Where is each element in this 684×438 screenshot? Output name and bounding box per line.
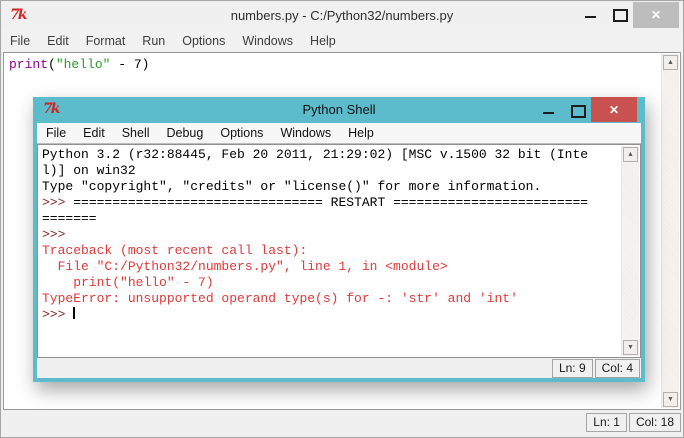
- scroll-down-button[interactable]: ▼: [663, 392, 678, 407]
- tk-app-icon: 7k: [10, 7, 28, 23]
- shell-column-indicator: Col: 4: [594, 358, 640, 378]
- shell-console-output: Python 3.2 (r32:88445, Feb 20 2011, 21:2…: [38, 145, 640, 325]
- up-arrow-icon: ▲: [627, 151, 634, 158]
- shell-menu-edit[interactable]: Edit: [83, 126, 105, 140]
- shell-menu-debug[interactable]: Debug: [167, 126, 204, 140]
- editor-window: 7k numbers.py - C:/Python32/numbers.py ✕…: [0, 0, 684, 438]
- console-line: >>>: [42, 307, 76, 322]
- editor-line-indicator: Ln: 1: [586, 412, 627, 432]
- shell-line-indicator: Ln: 9: [551, 358, 593, 378]
- shell-menu-windows[interactable]: Windows: [280, 126, 331, 140]
- shell-close-button[interactable]: ✕: [591, 97, 637, 122]
- editor-code: print("hello" - 7): [4, 53, 680, 75]
- close-icon: ✕: [608, 102, 620, 117]
- shell-body: File Edit Shell Debug Options Windows He…: [37, 123, 641, 378]
- console-line: >>>: [42, 227, 66, 242]
- scroll-up-button[interactable]: ▲: [663, 55, 678, 70]
- down-arrow-icon: ▼: [627, 344, 634, 351]
- console-line: TypeError: unsupported operand type(s) f…: [42, 291, 518, 306]
- menu-edit[interactable]: Edit: [47, 34, 69, 48]
- close-icon: ✕: [650, 8, 662, 22]
- close-button[interactable]: ✕: [633, 2, 679, 28]
- console-line: =======: [42, 211, 97, 226]
- maximize-button[interactable]: [605, 1, 633, 27]
- editor-scrollbar[interactable]: ▲ ▼: [661, 54, 679, 408]
- menu-help[interactable]: Help: [310, 34, 336, 48]
- shell-maximize-button[interactable]: [563, 97, 591, 123]
- menu-run[interactable]: Run: [142, 34, 165, 48]
- tk-app-icon: 7k: [43, 101, 61, 117]
- console-line: Traceback (most recent call last):: [42, 243, 308, 258]
- console-line: l)] on win32: [42, 163, 136, 178]
- shell-menu-help[interactable]: Help: [348, 126, 374, 140]
- console-line: Python 3.2 (r32:88445, Feb 20 2011, 21:2…: [42, 147, 589, 162]
- editor-statusbar: Ln: 1 Col: 18: [3, 411, 681, 433]
- shell-menu-options[interactable]: Options: [220, 126, 263, 140]
- shell-window: 7k Python Shell ✕ File Edit Shell Debug …: [33, 97, 645, 382]
- down-arrow-icon: ▼: [667, 396, 674, 403]
- menu-format[interactable]: Format: [86, 34, 126, 48]
- editor-window-title: numbers.py - C:/Python32/numbers.py: [230, 8, 454, 23]
- menu-windows[interactable]: Windows: [242, 34, 293, 48]
- shell-minimize-button[interactable]: [535, 97, 563, 123]
- shell-console[interactable]: Python 3.2 (r32:88445, Feb 20 2011, 21:2…: [37, 144, 641, 358]
- editor-menubar: File Edit Format Run Options Windows Hel…: [1, 30, 683, 52]
- shell-statusbar: Ln: 9 Col: 4: [37, 358, 641, 378]
- console-line: Type "copyright", "credits" or "license(…: [42, 179, 542, 194]
- menu-options[interactable]: Options: [182, 34, 225, 48]
- shell-menubar: File Edit Shell Debug Options Windows He…: [37, 123, 641, 144]
- shell-menu-shell[interactable]: Shell: [122, 126, 150, 140]
- editor-column-indicator: Col: 18: [628, 412, 681, 432]
- menu-file[interactable]: File: [10, 34, 30, 48]
- text-cursor: [73, 307, 76, 319]
- shell-scrollbar[interactable]: ▲ ▼: [621, 146, 639, 356]
- shell-menu-file[interactable]: File: [46, 126, 66, 140]
- shell-window-title: Python Shell: [302, 102, 376, 117]
- shell-scroll-down-button[interactable]: ▼: [623, 340, 638, 355]
- minimize-button[interactable]: [577, 1, 605, 27]
- editor-titlebar[interactable]: 7k numbers.py - C:/Python32/numbers.py ✕: [1, 1, 683, 30]
- console-line: print("hello" - 7): [42, 275, 214, 290]
- shell-scroll-up-button[interactable]: ▲: [623, 147, 638, 162]
- shell-titlebar[interactable]: 7k Python Shell ✕: [33, 97, 645, 123]
- console-line: >>> ================================ RES…: [42, 195, 589, 210]
- console-line: File "C:/Python32/numbers.py", line 1, i…: [42, 259, 448, 274]
- console-line: print("hello" - 7): [9, 57, 150, 72]
- up-arrow-icon: ▲: [667, 59, 674, 66]
